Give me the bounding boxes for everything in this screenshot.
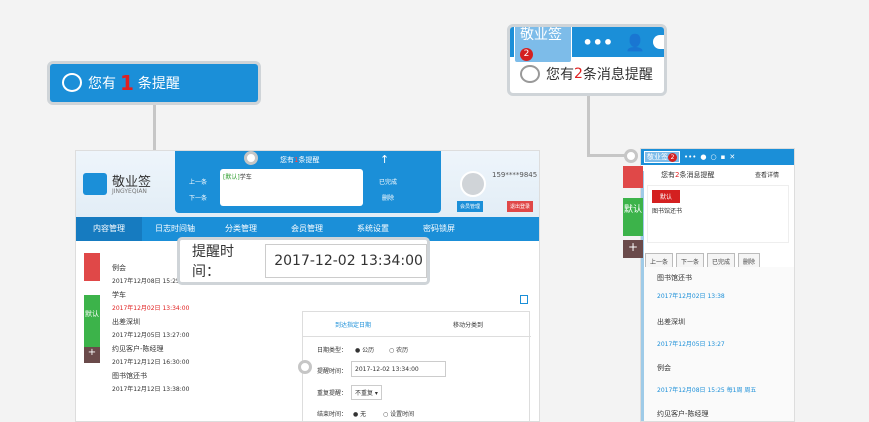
popup-suffix: 条提醒 — [298, 156, 320, 164]
note-text: 学车 — [239, 174, 252, 181]
view-details-button[interactable]: 查看详情 — [755, 170, 779, 179]
badge: 2 — [520, 47, 533, 61]
note-title[interactable]: 约见客户-陈经理 — [112, 344, 164, 354]
prev-button[interactable]: 上一条 — [189, 177, 207, 186]
badge: 2 — [668, 153, 677, 162]
widget-message: 您有2条消息提醒 — [661, 170, 714, 180]
widget-logo-text: 敬业签 — [520, 26, 562, 43]
note-time: 2017年12月05日 13:27:00 — [112, 332, 190, 339]
radio-solar[interactable]: ● 公历 — [355, 345, 374, 354]
cloud-logo-icon — [83, 173, 107, 195]
close-icon[interactable]: ✕ — [729, 153, 735, 161]
list-item-title[interactable]: 图书馆还书 — [657, 273, 692, 283]
logout-button[interactable]: 退出登录 — [507, 201, 534, 212]
lock-icon[interactable]: ▪ — [721, 153, 726, 161]
list-item-title[interactable]: 约见客户-陈经理 — [657, 409, 709, 419]
note-title[interactable]: 学车 — [112, 290, 126, 300]
alarm-icon[interactable] — [623, 166, 643, 188]
tab-date[interactable]: 到达指定日期 — [335, 320, 371, 329]
connector-dot — [624, 149, 638, 163]
note-title[interactable]: 出差深圳 — [112, 317, 140, 327]
callout-count: 1 — [120, 71, 134, 95]
time-callout: 提醒时间： 2017-12-02 13:34:00 — [177, 237, 430, 285]
member-button[interactable]: 会员管理 — [457, 201, 484, 212]
list-item-time: 2017年12月05日 13:27 — [657, 341, 725, 348]
widget-note-text: 图书馆还书 — [652, 208, 683, 215]
remind-label: 提醒时间： — [317, 368, 348, 375]
repeat-value: 不重复 — [355, 390, 374, 397]
tab-move[interactable]: 移动分类到 — [453, 320, 483, 329]
nav-item-content[interactable]: 内容管理 — [76, 217, 142, 241]
note-time: 2017年12月12日 13:38:00 — [112, 386, 190, 393]
more-icon[interactable]: ••• — [684, 153, 696, 161]
note-time: 2017年12月08日 15:25:0 — [112, 278, 186, 285]
list-item-title[interactable]: 例会 — [657, 363, 671, 373]
reminder-popup: 您有1条提醒 ↑ 上一条 下一条 [默认]学车 已完成 删除 — [175, 151, 441, 213]
connector-dot — [244, 151, 258, 165]
connector-dot — [298, 360, 312, 374]
date-type-label: 日期类型： — [317, 347, 348, 354]
side-tab-default[interactable]: 默认 — [84, 295, 100, 347]
radio-lunar-label: 农历 — [396, 347, 409, 354]
widget-logo[interactable]: 敬业签 2 — [644, 151, 680, 163]
alarm-icon[interactable] — [84, 253, 100, 281]
reminder-callout: 您有 1 条提醒 — [47, 61, 261, 105]
category-badge: 默认 — [652, 190, 681, 203]
remind-time-input[interactable]: 2017-12-02 13:34:00 — [351, 361, 446, 377]
user-icon[interactable]: 👤 — [625, 33, 645, 52]
msg-suffix: 条消息提醒 — [679, 171, 715, 179]
chat-bubble-icon — [520, 65, 540, 83]
calendar-icon[interactable] — [520, 295, 528, 304]
add-icon[interactable]: + — [623, 240, 643, 258]
widget-side-tab[interactable]: 默认 — [623, 198, 643, 236]
radio-solar-label: 公历 — [362, 347, 375, 354]
more-icon[interactable]: ••• — [582, 33, 613, 52]
add-icon[interactable]: + — [84, 347, 100, 363]
avatar[interactable] — [460, 171, 486, 197]
search-icon[interactable]: ○ — [711, 153, 717, 161]
msg-prefix: 您有 — [661, 171, 675, 179]
delete-button[interactable]: 删除 — [382, 193, 394, 202]
note-time: 2017年12月12日 16:30:00 — [112, 359, 190, 366]
note-time: 2017年12月02日 13:34:00 — [112, 305, 190, 312]
connector-line — [587, 96, 590, 156]
note-title[interactable]: 例会 — [112, 263, 126, 273]
widget-logo[interactable]: 敬业签 2 — [514, 26, 573, 63]
brand-sub: JINGYEQIAN — [112, 188, 147, 195]
radio-end-none[interactable]: ● 无 — [353, 409, 366, 418]
end-label: 结束时间： — [317, 411, 348, 418]
phone-number: 159****9845 — [492, 171, 538, 179]
done-button[interactable]: 已完成 — [379, 177, 397, 186]
user-icon[interactable]: ● — [700, 153, 706, 161]
callout-prefix: 您有 — [88, 76, 116, 92]
radio-end-none-label: 无 — [360, 411, 367, 418]
note-tag: [默认] — [223, 174, 240, 181]
widget-callout: 敬业签 2 ••• 👤 您有 2 条消息提醒 — [507, 24, 667, 96]
msg-suffix: 条消息提醒 — [582, 67, 653, 83]
list-item-time: 2017年12月02日 13:38 — [657, 293, 725, 300]
widget-window: 敬业签 2 ••• ● ○ ▪ ✕ 您有2条消息提醒 查看详情 默认 图书馆还书 … — [640, 148, 795, 422]
repeat-select[interactable]: 不重复 ▾ — [351, 385, 382, 400]
popup-prefix: 您有 — [280, 156, 294, 164]
list-item-title[interactable]: 出差深圳 — [657, 317, 685, 327]
repeat-label: 重复提醒： — [317, 390, 348, 397]
radio-lunar[interactable]: ○ 农历 — [389, 345, 408, 354]
time-callout-field: 2017-12-02 13:34:00 — [265, 244, 427, 278]
app-window: 敬业签 JINGYEQIAN 您有1条提醒 ↑ 上一条 下一条 [默认]学车 已… — [75, 150, 540, 422]
msg-count: 2 — [574, 66, 583, 82]
radio-end-set-label: 设置时间 — [390, 411, 415, 418]
msg-prefix: 您有 — [546, 67, 574, 83]
time-callout-label: 提醒时间： — [192, 244, 234, 280]
chat-bubble-icon — [62, 73, 82, 92]
callout-suffix: 条提醒 — [137, 76, 180, 92]
note-title[interactable]: 图书馆还书 — [112, 371, 147, 381]
reminder-form: 到达指定日期 移动分类到 日期类型： ● 公历 ○ 农历 提醒时间： 2017-… — [302, 311, 531, 421]
next-button[interactable]: 下一条 — [189, 193, 207, 202]
cloud-icon[interactable] — [653, 35, 664, 49]
radio-end-set[interactable]: ○ 设置时间 — [383, 409, 414, 418]
arrow-up-icon[interactable]: ↑ — [380, 153, 389, 166]
widget-logo-text: 敬业签 — [647, 153, 668, 161]
list-item-time: 2017年12月08日 15:25 每1周 周五 — [657, 387, 757, 394]
